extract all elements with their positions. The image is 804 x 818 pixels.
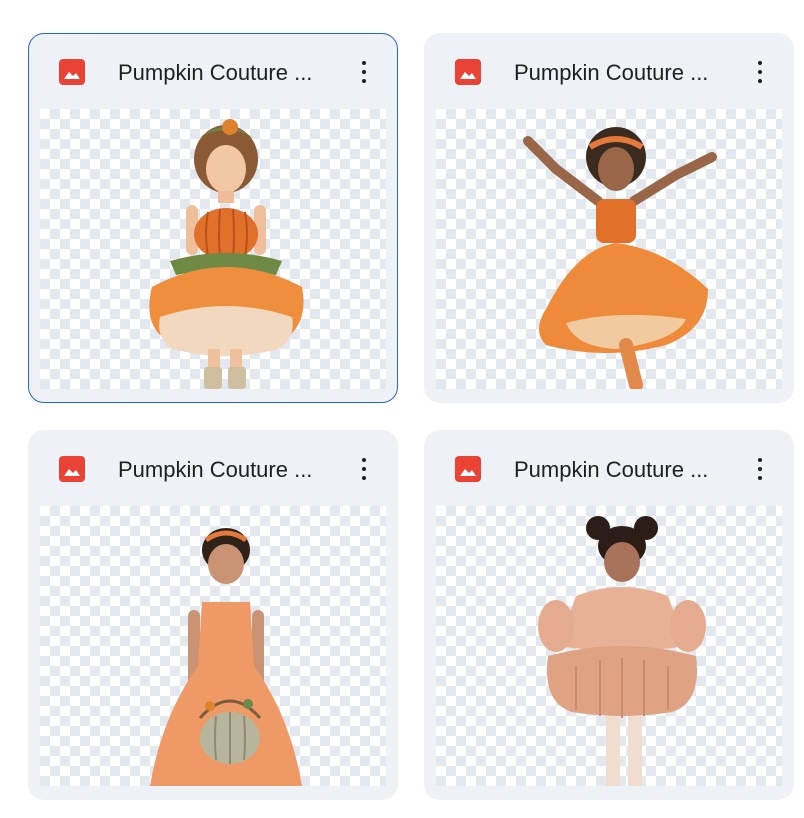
image-file-icon	[59, 59, 85, 85]
more-vert-icon[interactable]	[747, 56, 773, 88]
more-vert-icon[interactable]	[351, 56, 377, 88]
image-file-icon	[455, 456, 481, 482]
file-thumbnail[interactable]	[436, 506, 782, 786]
image-file-icon	[455, 59, 481, 85]
image-file-icon	[59, 456, 85, 482]
file-title[interactable]: Pumpkin Couture ...	[514, 59, 729, 87]
ruffled-dress-girl-image	[538, 516, 706, 786]
file-card[interactable]: Pumpkin Couture ...	[28, 33, 398, 403]
file-card[interactable]: Pumpkin Couture ...	[28, 430, 398, 800]
file-card-header: Pumpkin Couture ...	[425, 34, 793, 109]
file-card-header: Pumpkin Couture ...	[425, 431, 793, 506]
girl-with-pumpkin-basket-image	[150, 528, 302, 786]
more-vert-icon[interactable]	[747, 453, 773, 485]
file-card[interactable]: Pumpkin Couture ...	[424, 33, 794, 403]
file-title[interactable]: Pumpkin Couture ...	[118, 59, 333, 87]
file-card[interactable]: Pumpkin Couture ...	[424, 430, 794, 800]
file-thumbnail[interactable]	[40, 109, 386, 389]
more-vert-icon[interactable]	[351, 453, 377, 485]
file-card-header: Pumpkin Couture ...	[29, 431, 397, 506]
file-grid: Pumpkin Couture ... Pumpkin Couture ... …	[0, 0, 804, 818]
file-thumbnail[interactable]	[40, 506, 386, 786]
file-title[interactable]: Pumpkin Couture ...	[118, 456, 333, 484]
dancing-girl-image	[523, 127, 717, 389]
pumpkin-dress-girl-image	[149, 119, 304, 389]
file-card-header: Pumpkin Couture ...	[29, 34, 397, 109]
file-title[interactable]: Pumpkin Couture ...	[514, 456, 729, 484]
file-thumbnail[interactable]	[436, 109, 782, 389]
